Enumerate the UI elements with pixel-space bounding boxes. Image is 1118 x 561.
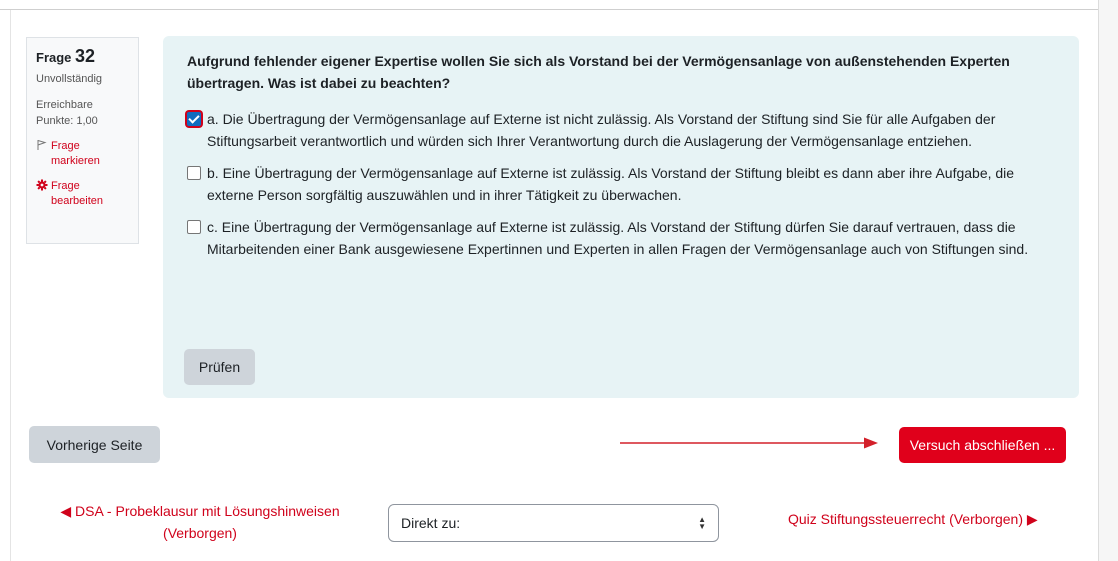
next-activity-link[interactable]: Quiz Stiftungssteuerrecht (Verborgen) ▶ [760,511,1080,528]
window-top-border [0,0,1098,10]
answer-option-a[interactable]: a. Die Übertragung der Vermögensanlage a… [187,108,1057,152]
gear-icon [36,179,48,209]
finish-attempt-button[interactable]: Versuch abschließen ... [899,427,1066,463]
answer-option-b[interactable]: b. Eine Übertragung der Vermögensanlage … [187,162,1057,206]
question-grade: Erreichbare Punkte: 1,00 [36,99,98,127]
previous-page-button[interactable]: Vorherige Seite [29,426,160,463]
answer-a-text: a. Die Übertragung der Vermögensanlage a… [207,111,996,149]
question-label: Frage [36,50,72,65]
answer-c-checkbox[interactable] [187,220,201,234]
answer-b-text: b. Eine Übertragung der Vermögensanlage … [207,165,1015,203]
jump-to-label: Direkt zu: [401,515,461,531]
flag-icon [36,139,48,169]
window-left-border [10,10,11,561]
answer-b-checkbox[interactable] [187,166,201,180]
sort-icon: ▲ ▼ [698,515,706,531]
question-info-panel: Frage 32 Unvollständig Erreichbare Punkt… [26,37,139,244]
question-number: 32 [75,46,96,66]
question-content: Aufgrund fehlender eigener Expertise wol… [163,36,1079,398]
question-number-heading: Frage 32 [36,46,129,67]
flag-question-link[interactable]: Frage markieren [36,139,129,169]
answer-option-c[interactable]: c. Eine Übertragung der Vermögensanlage … [187,216,1057,260]
previous-activity-link[interactable]: ◀ DSA - Probeklausur mit Lösungshinweise… [40,500,360,544]
check-button[interactable]: Prüfen [184,349,255,385]
edit-question-link[interactable]: Frage bearbeiten [36,179,129,209]
flag-question-label: Frage markieren [51,140,100,167]
answer-a-checkbox[interactable] [187,112,201,126]
edit-question-label: Frage bearbeiten [51,180,103,207]
annotation-arrow [620,437,878,449]
question-state: Unvollständig [36,73,103,85]
question-text: Aufgrund fehlender eigener Expertise wol… [187,53,1010,91]
jump-to-select[interactable]: Direkt zu: ▲ ▼ [388,504,719,542]
scrollbar-track[interactable] [1098,0,1118,561]
answer-c-text: c. Eine Übertragung der Vermögensanlage … [207,219,1029,257]
